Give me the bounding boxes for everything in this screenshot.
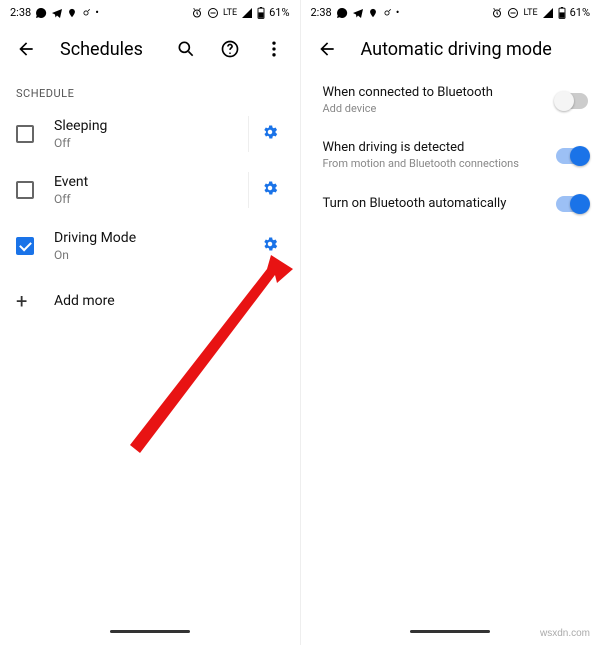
signal-icon (542, 7, 554, 19)
toggle-driving-detected[interactable] (556, 148, 588, 164)
section-header: SCHEDULE (0, 73, 300, 106)
setting-label: When driving is detected (323, 140, 547, 155)
gear-icon[interactable] (261, 123, 279, 145)
search-button[interactable] (168, 31, 204, 67)
schedule-row-driving[interactable]: Driving Mode On (0, 218, 300, 274)
schedule-row-event[interactable]: Event Off (0, 162, 300, 218)
location-icon (368, 7, 378, 19)
dnd-icon (507, 7, 519, 19)
watermark: wsxdn.com (540, 628, 590, 639)
setting-bluetooth-connected[interactable]: When connected to Bluetooth Add device (301, 73, 600, 128)
gear-icon[interactable] (261, 235, 279, 257)
schedule-state: On (54, 248, 248, 262)
battery-pct: 61% (269, 6, 289, 19)
back-button[interactable] (309, 31, 345, 67)
phone-right: 2:38 • LTE 61% Automatic driving mode (300, 0, 600, 645)
setting-label: Turn on Bluetooth automatically (323, 196, 547, 211)
setting-bt-auto[interactable]: Turn on Bluetooth automatically (301, 184, 600, 224)
nav-bar[interactable] (0, 617, 300, 645)
status-bar: 2:38 • LTE 61% (301, 0, 600, 25)
phone-left: 2:38 • LTE 61% Schedules (0, 0, 300, 645)
setting-sub: From motion and Bluetooth connections (323, 157, 547, 171)
arrow-icon (81, 8, 91, 18)
nav-pill (410, 630, 490, 633)
appbar-left: Schedules (0, 25, 300, 73)
toggle-bt-auto[interactable] (556, 196, 588, 212)
battery-pct: 61% (570, 6, 590, 19)
nav-pill (110, 630, 190, 633)
checkbox-driving[interactable] (16, 237, 34, 255)
schedule-state: Off (54, 192, 248, 206)
whatsapp-icon (35, 7, 47, 19)
dot-icon: • (95, 6, 99, 19)
telegram-icon (352, 7, 364, 19)
checkbox-sleeping[interactable] (16, 125, 34, 143)
dot-icon: • (396, 6, 400, 19)
schedule-label: Sleeping (54, 118, 248, 134)
schedule-row-sleeping[interactable]: Sleeping Off (0, 106, 300, 162)
overflow-button[interactable] (256, 31, 292, 67)
dnd-icon (207, 7, 219, 19)
schedule-state: Off (54, 136, 248, 150)
help-button[interactable] (212, 31, 248, 67)
telegram-icon (51, 7, 63, 19)
add-more-row[interactable]: + Add more (0, 274, 300, 328)
schedule-label: Event (54, 174, 248, 190)
status-time: 2:38 (10, 6, 31, 19)
alarm-icon (191, 7, 203, 19)
status-bar: 2:38 • LTE 61% (0, 0, 300, 25)
appbar-right: Automatic driving mode (301, 25, 600, 73)
setting-label: When connected to Bluetooth (323, 85, 547, 100)
checkbox-event[interactable] (16, 181, 34, 199)
schedule-label: Driving Mode (54, 230, 248, 246)
battery-icon (558, 7, 566, 19)
lte-label: LTE (523, 8, 537, 18)
add-more-label: Add more (54, 293, 292, 309)
whatsapp-icon (336, 7, 348, 19)
signal-icon (241, 7, 253, 19)
toggle-bluetooth-connected[interactable] (556, 93, 588, 109)
page-title: Automatic driving mode (353, 39, 593, 60)
setting-driving-detected[interactable]: When driving is detected From motion and… (301, 128, 600, 183)
status-time: 2:38 (311, 6, 332, 19)
arrow-icon (382, 8, 392, 18)
gear-icon[interactable] (261, 179, 279, 201)
back-button[interactable] (8, 31, 44, 67)
location-icon (67, 7, 77, 19)
lte-label: LTE (223, 8, 237, 18)
plus-icon: + (16, 291, 27, 311)
alarm-icon (491, 7, 503, 19)
battery-icon (257, 7, 265, 19)
setting-sub: Add device (323, 102, 547, 116)
page-title: Schedules (52, 39, 160, 60)
